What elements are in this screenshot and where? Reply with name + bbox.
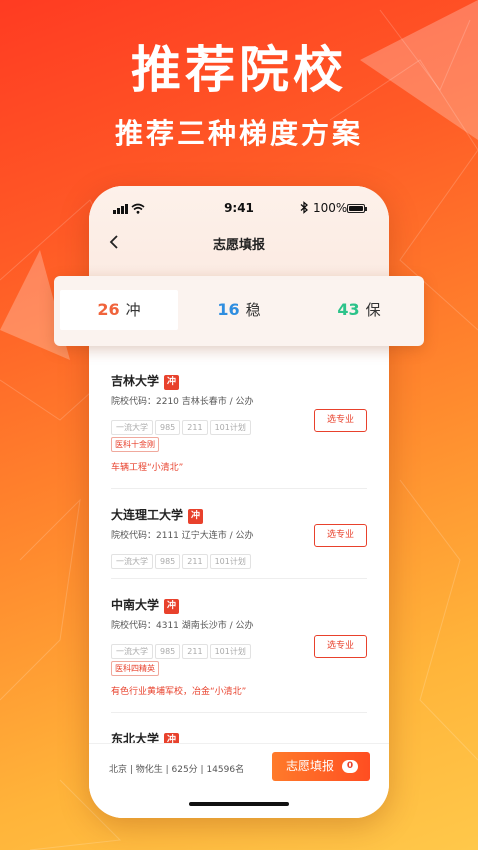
divider <box>111 488 367 489</box>
tab-count: 43 <box>337 300 360 319</box>
feature-tag: 医科四精英 <box>111 661 159 676</box>
tab-bao[interactable]: 43 保 <box>300 290 418 330</box>
tag: 985 <box>155 420 181 435</box>
bottom-bar: 北京 | 物化生 | 625分 | 14596名 志愿填报 0 <box>89 743 389 818</box>
tag: 101计划 <box>209 644 251 659</box>
tab-count: 16 <box>217 300 240 319</box>
tag-list: 一流大学 985 211 101计划 <box>111 639 253 659</box>
university-name[interactable]: 中南大学冲 <box>111 596 180 614</box>
divider <box>111 578 367 579</box>
tab-label: 保 <box>365 301 381 319</box>
university-item-dalian: 大连理工大学冲 院校代码：2111 辽宁大连市 / 公办 一流大学 985 211 1… <box>111 506 367 576</box>
tab-label: 稳 <box>245 301 261 319</box>
page-title: 志愿填报 <box>212 238 265 253</box>
university-note: 有色行业黄埔军校，冶金“小清北” <box>111 687 247 697</box>
tag: 211 <box>182 554 208 569</box>
university-item-jilin: 吉林大学冲 院校代码：2210 吉林长春市 / 公办 一流大学 985 211 101… <box>111 372 367 482</box>
home-indicator <box>189 802 289 806</box>
tag-list: 一流大学 985 211 101计划 <box>111 549 253 569</box>
university-code: 院校代码：2210 吉林长春市 / 公办 <box>111 397 254 407</box>
student-profile-info: 北京 | 物化生 | 625分 | 14596名 <box>109 765 245 775</box>
bluetooth-icon <box>300 201 308 214</box>
university-name[interactable]: 吉林大学冲 <box>111 372 180 390</box>
tag: 一流大学 <box>111 554 153 569</box>
university-item-zhongnan: 中南大学冲 院校代码：4311 湖南长沙市 / 公办 一流大学 985 211 101… <box>111 596 367 706</box>
feature-tag: 医科十金刚 <box>111 437 159 452</box>
tag: 985 <box>155 644 181 659</box>
selection-count-badge: 0 <box>342 760 358 773</box>
select-major-button[interactable]: 选专业 <box>314 635 367 658</box>
tag: 101计划 <box>209 420 251 435</box>
tag: 101计划 <box>209 554 251 569</box>
tab-label: 冲 <box>125 301 141 319</box>
university-code: 院校代码：4311 湖南长沙市 / 公办 <box>111 621 254 631</box>
battery-icon <box>347 204 367 213</box>
tab-count: 26 <box>97 300 120 319</box>
battery-percent: 100% <box>313 201 348 215</box>
tier-tabs: 26 冲 16 稳 43 保 <box>54 276 424 346</box>
chong-badge: 冲 <box>164 375 180 390</box>
university-name[interactable]: 大连理工大学冲 <box>111 506 204 524</box>
tag: 一流大学 <box>111 644 153 659</box>
university-note: 车辆工程“小清北” <box>111 463 184 473</box>
tag: 985 <box>155 554 181 569</box>
fill-application-button[interactable]: 志愿填报 0 <box>272 752 370 781</box>
tag-list: 一流大学 985 211 101计划 <box>111 415 253 435</box>
tag: 211 <box>182 420 208 435</box>
chong-badge: 冲 <box>188 509 204 524</box>
select-major-button[interactable]: 选专业 <box>314 524 367 547</box>
select-major-button[interactable]: 选专业 <box>314 409 367 432</box>
tab-chong[interactable]: 26 冲 <box>60 290 178 330</box>
hero-title: 推荐院校 <box>131 41 347 99</box>
tab-wen[interactable]: 16 稳 <box>180 290 298 330</box>
hero-subtitle: 推荐三种梯度方案 <box>114 117 363 150</box>
status-bar: 9:41 100% <box>89 200 389 218</box>
tag: 一流大学 <box>111 420 153 435</box>
chong-badge: 冲 <box>164 599 180 614</box>
tag: 211 <box>182 644 208 659</box>
university-code: 院校代码：2111 辽宁大连市 / 公办 <box>111 531 254 541</box>
divider <box>111 712 367 713</box>
